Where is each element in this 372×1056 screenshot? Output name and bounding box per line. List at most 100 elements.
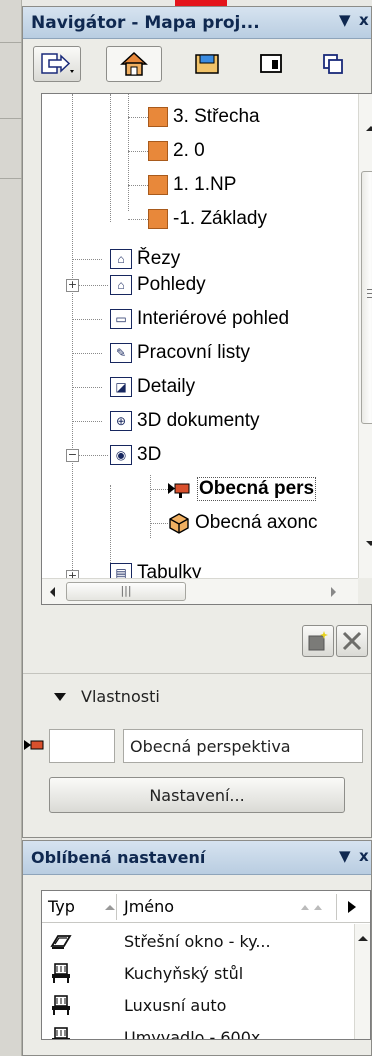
layout-book-icon [260, 54, 282, 73]
roof-window-icon [50, 935, 72, 949]
navigator-popup-icon [41, 53, 74, 74]
tree-item-worksheets[interactable]: ✎ Pracovní listy [72, 336, 250, 370]
horizontal-scroll-thumb[interactable]: ||| [66, 582, 186, 601]
tree-item-generic-perspective[interactable]: Obecná pers [150, 472, 317, 506]
favorites-scrollbar[interactable] [354, 924, 370, 1039]
column-menu-arrow-icon[interactable] [347, 900, 357, 914]
favorites-titlebar[interactable]: Oblíbená nastavení ▼ x [23, 841, 371, 875]
floor-plan-icon [148, 175, 168, 195]
scroll-down-arrow-icon[interactable] [365, 540, 372, 548]
view-map-icon [195, 54, 219, 74]
project-map-button[interactable] [106, 46, 162, 82]
tree-item-3d-documents[interactable]: ⊕ 3D dokumenty [72, 404, 260, 438]
column-header-type[interactable]: Typ [48, 897, 75, 916]
tree-horizontal-scrollbar[interactable]: ||| [42, 578, 358, 604]
scroll-up-arrow-icon[interactable] [357, 934, 369, 942]
section-divider [23, 673, 371, 674]
tree-item-story[interactable]: 2. 0 [128, 134, 205, 168]
tree-item-label: Detaily [137, 376, 196, 397]
tree-item-label: 3D [137, 444, 162, 465]
panel-menu-arrow[interactable]: ▼ [339, 11, 351, 29]
properties-header[interactable]: Vlastnosti [53, 687, 160, 706]
tree-item-story[interactable]: 1. 1.NP [128, 168, 236, 202]
sort-arrows-icon[interactable] [300, 903, 326, 911]
detail-icon: ◪ [110, 377, 132, 397]
panel-close-button[interactable]: x [359, 11, 369, 29]
delete-x-icon [342, 631, 362, 651]
properties-title: Vlastnosti [81, 687, 160, 706]
tree-item-details[interactable]: ◪ Detaily [72, 370, 196, 404]
section-icon: ⌂ [110, 249, 132, 269]
view-map-button[interactable] [187, 46, 227, 82]
favorite-name: Kuchyňský stůl [124, 963, 244, 983]
tree-item-label: 3D dokumenty [137, 410, 260, 431]
favorites-title: Oblíbená nastavení [31, 848, 206, 867]
floor-plan-icon [148, 141, 168, 161]
worksheet-icon: ✎ [110, 343, 132, 363]
object-icon [52, 963, 70, 983]
list-item[interactable]: Kuchyňský stůl [42, 957, 354, 989]
tree-item-label: Řezy [137, 248, 181, 269]
tree-item-label: -1. Základy [173, 208, 267, 229]
background-window-edge [0, 0, 22, 1056]
publisher-sets-icon [323, 54, 343, 74]
navigator-panel: Navigátor - Mapa proj... ▼ x 3. Střecha … [22, 6, 372, 838]
panel-close-button[interactable]: x [359, 847, 369, 865]
column-header-name[interactable]: Jméno [124, 897, 174, 916]
object-icon [52, 1027, 70, 1039]
project-tree[interactable]: 3. Střecha 2. 0 1. 1.NP -1. Základy ⌂ Ře… [41, 93, 372, 605]
navigator-toolbar [23, 40, 371, 86]
view-id-field[interactable] [49, 729, 115, 763]
interior-elevation-icon: ▭ [110, 309, 132, 329]
new-view-button[interactable] [302, 625, 334, 657]
scroll-up-arrow-icon[interactable] [365, 124, 372, 132]
scroll-left-arrow-icon[interactable] [48, 586, 56, 598]
tree-item-label: 1. 1.NP [173, 174, 237, 195]
tree-item-3d[interactable]: ◉ 3D [78, 438, 162, 472]
3d-folder-icon: ◉ [110, 445, 132, 465]
new-view-icon [308, 631, 328, 651]
view-name-value: Obecná perspektiva [130, 736, 291, 756]
tree-item-story[interactable]: 3. Střecha [128, 100, 260, 134]
list-header: Typ Jméno [42, 891, 370, 923]
settings-button-label: Nastavení... [149, 785, 245, 805]
tree-item-label: Interiérové pohled [137, 308, 290, 329]
delete-view-button[interactable] [336, 625, 368, 657]
scroll-right-arrow-icon[interactable] [330, 586, 338, 598]
navigator-titlebar[interactable]: Navigátor - Mapa proj... ▼ x [23, 7, 371, 39]
tree-item-label: Pracovní listy [137, 342, 250, 363]
navigator-popup-button[interactable] [33, 46, 81, 82]
floor-plan-icon [148, 209, 168, 229]
tree-line [110, 94, 111, 222]
floor-plan-icon [148, 107, 168, 127]
background-divider [0, 178, 22, 179]
tree-item-label-selected: Obecná pers [197, 477, 317, 501]
favorites-list[interactable]: Typ Jméno Střešní okno - ky... Kuchyňský… [41, 890, 371, 1040]
view-name-field[interactable]: Obecná perspektiva [123, 729, 363, 763]
favorite-name: Střešní okno - ky... [124, 931, 271, 951]
tree-item-story[interactable]: -1. Základy [128, 202, 267, 236]
collapse-triangle-icon [54, 692, 66, 701]
settings-button[interactable]: Nastavení... [49, 777, 345, 813]
panel-menu-arrow[interactable]: ▼ [339, 847, 351, 865]
elevation-icon: ⌂ [110, 275, 132, 295]
list-item[interactable]: Střešní okno - ky... [42, 925, 354, 957]
tree-item-label: Pohledy [137, 274, 206, 295]
tree-item-elevations[interactable]: ⌂ Pohledy [78, 268, 206, 302]
tree-item-interior-elevations[interactable]: ▭ Interiérové pohled [72, 302, 290, 336]
favorite-name: Luxusní auto [124, 995, 227, 1015]
list-item[interactable]: Luxusní auto [42, 989, 354, 1021]
house-icon [120, 51, 148, 76]
tree-vertical-scrollbar[interactable] [358, 94, 372, 578]
sort-up-icon[interactable] [104, 903, 116, 911]
camera-icon [24, 740, 44, 750]
vertical-scroll-thumb[interactable] [361, 171, 372, 424]
tree-item-generic-axonometry[interactable]: Obecná axonc [150, 506, 318, 540]
tree-line [72, 94, 73, 578]
3d-document-icon: ⊕ [110, 411, 132, 431]
tree-item-label: 2. 0 [173, 140, 205, 161]
navigator-title: Navigátor - Mapa proj... [31, 12, 260, 33]
publisher-sets-button[interactable] [313, 46, 353, 82]
layout-book-button[interactable] [251, 46, 291, 82]
list-item[interactable]: Umyvadlo - 600x... [42, 1021, 354, 1039]
